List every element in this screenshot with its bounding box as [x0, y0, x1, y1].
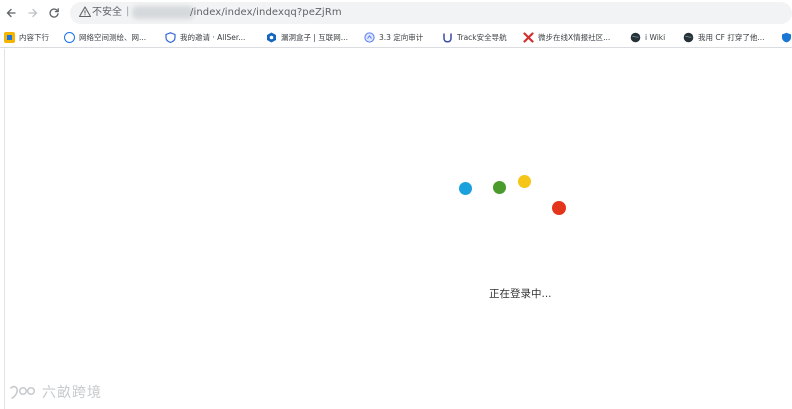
shield-icon — [165, 31, 176, 43]
bookmark-item[interactable]: 网络空间测绘、网... — [64, 30, 146, 44]
loading-dot-blue — [459, 182, 472, 195]
forward-arrow-icon — [28, 8, 38, 18]
globe-dark-icon — [630, 32, 641, 42]
warning-icon[interactable] — [78, 5, 92, 19]
back-button[interactable] — [2, 4, 20, 22]
x-icon — [523, 31, 534, 43]
redacted-domain — [132, 6, 194, 19]
watermark-logo-icon — [10, 385, 36, 399]
bookmark-app-icon — [4, 31, 15, 43]
reload-icon — [49, 8, 59, 18]
back-arrow-icon — [6, 8, 16, 18]
bookmark-item[interactable]: 3.3 定向审计 — [364, 30, 423, 44]
loading-status-text: 正在登录中... — [489, 288, 552, 300]
bookmark-item[interactable] — [781, 30, 792, 44]
shield-blue-icon — [782, 32, 791, 42]
watermark-text: 六畝跨境 — [42, 385, 102, 401]
bookmark-item[interactable]: 微步在线X情报社区... — [523, 30, 610, 44]
bookmark-item[interactable]: i Wiki — [630, 30, 665, 44]
forward-button[interactable] — [24, 4, 42, 22]
circle-arrow-icon — [364, 31, 375, 43]
reload-button[interactable] — [45, 4, 63, 22]
omnibox-separator: | — [126, 6, 130, 17]
browser-toolbar: 不安全 | /index/index/indexqq?peZjRm — [0, 0, 792, 26]
watermark: 六畝跨境 — [8, 383, 102, 403]
globe-badge-icon — [64, 31, 75, 43]
bookmarks-bar: 内容下行 网络空间测绘、网... 我的邀请 · AllSer... 漏洞盒子 |… — [0, 26, 792, 48]
loading-dot-red — [552, 201, 566, 215]
u-shield-icon — [443, 33, 452, 43]
url-text[interactable]: /index/index/indexqq?peZjRm — [190, 6, 342, 19]
bookmark-item[interactable]: 内容下行 — [4, 30, 49, 44]
bookmark-item[interactable]: 我的邀请 · AllSer... — [165, 30, 245, 44]
bookmark-item[interactable]: Track安全导航 — [442, 30, 507, 44]
address-bar[interactable]: 不安全 | /index/index/indexqq?peZjRm — [70, 2, 792, 24]
globe-dark-icon — [683, 32, 694, 42]
page-content — [4, 49, 792, 409]
hexagon-icon — [267, 32, 276, 42]
loading-dot-green — [493, 181, 506, 194]
bookmark-item[interactable]: 漏洞盒子 | 互联网... — [266, 30, 348, 44]
bookmark-item[interactable]: 我用 CF 打穿了他... — [683, 30, 764, 44]
security-label: 不安全 — [92, 7, 122, 18]
loading-dot-yellow — [518, 175, 531, 188]
